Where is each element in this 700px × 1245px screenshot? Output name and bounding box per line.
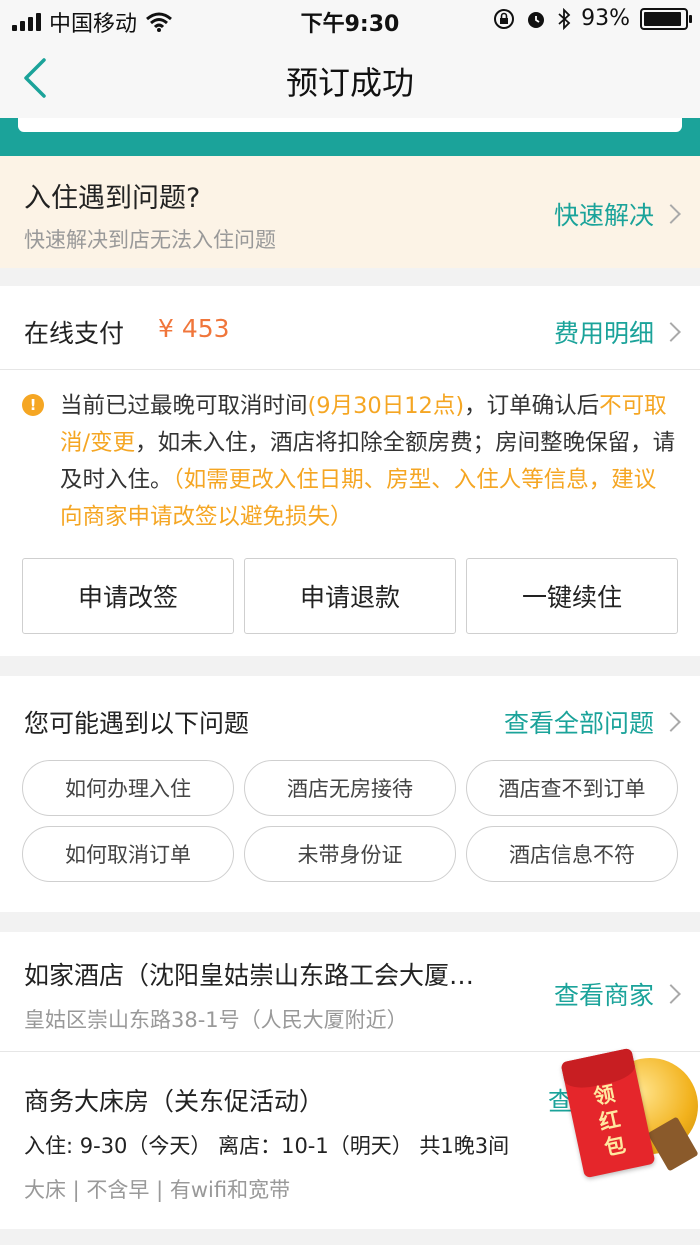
checkin-help-title: 入住遇到问题? <box>24 183 201 214</box>
issue-chip[interactable]: 未带身份证 <box>244 826 456 882</box>
issue-chip[interactable]: 酒店信息不符 <box>466 826 678 882</box>
status-right: 93% <box>493 6 692 31</box>
issues-grid: 如何办理入住 酒店无房接待 酒店查不到订单 如何取消订单 未带身份证 酒店信息不… <box>22 760 678 882</box>
issue-chip[interactable]: 酒店查不到订单 <box>466 760 678 816</box>
view-merchant-label: 查看商家 <box>553 981 654 1010</box>
view-all-issues-link[interactable]: 查看全部问题 <box>503 704 681 740</box>
policy-text-2: ，订单确认后 <box>464 393 600 419</box>
room-tags: 大床 | 不含早 | 有wifi和宽带 <box>24 1178 291 1202</box>
view-merchant-link[interactable]: 查看商家 <box>553 976 681 1012</box>
card-edge <box>18 118 682 132</box>
fee-detail-label: 费用明细 <box>553 319 654 348</box>
issue-chip[interactable]: 酒店无房接待 <box>244 760 456 816</box>
alarm-icon <box>528 11 545 28</box>
chevron-right-icon <box>661 322 681 342</box>
page-title: 预订成功 <box>285 64 414 102</box>
status-bar: 中国移动 下午9:30 93% <box>0 0 700 40</box>
order-actions: 申请改签 申请退款 一键续住 <box>22 558 678 634</box>
policy-text-1: 当前已过最晚可取消时间 <box>60 393 308 419</box>
battery-icon <box>640 7 692 30</box>
order-header-strip <box>0 118 700 156</box>
battery-percent: 93% <box>581 6 630 31</box>
issue-chip[interactable]: 如何办理入住 <box>22 760 234 816</box>
payment-row: 在线支付 ¥ 453 费用明细 <box>0 286 700 370</box>
bluetooth-icon <box>558 7 571 30</box>
policy-deadline: (9月30日12点) <box>307 393 465 419</box>
common-issues-card: 您可能遇到以下问题 查看全部问题 如何办理入住 酒店无房接待 酒店查不到订单 如… <box>0 676 700 912</box>
fee-detail-link[interactable]: 费用明细 <box>553 314 681 350</box>
apply-change-button[interactable]: 申请改签 <box>22 558 234 634</box>
hotel-card[interactable]: 如家酒店（沈阳皇姑崇山东路工会大厦… 皇姑区崇山东路38-1号（人民大厦附近） … <box>0 932 700 1052</box>
view-all-issues-label: 查看全部问题 <box>503 709 654 738</box>
warning-icon: ! <box>22 394 44 416</box>
payment-label: 在线支付 <box>24 319 125 348</box>
payment-amount: ¥ 453 <box>158 314 230 343</box>
checkin-help-banner[interactable]: 入住遇到问题? 快速解决到店无法入住问题 快速解决 <box>0 156 700 268</box>
chevron-right-icon <box>661 712 681 732</box>
chevron-right-icon <box>661 984 681 1004</box>
issues-title: 您可能遇到以下问题 <box>24 709 250 738</box>
cancellation-policy: 当前已过最晚可取消时间(9月30日12点)，订单确认后不可取消/变更，如未入住，… <box>60 388 678 536</box>
nav-bar: 预订成功 <box>0 40 700 118</box>
checkin-help-subtitle: 快速解决到店无法入住问题 <box>24 228 276 252</box>
extend-stay-button[interactable]: 一键续住 <box>466 558 678 634</box>
hotel-address: 皇姑区崇山东路38-1号（人民大厦附近） <box>24 1008 408 1032</box>
issue-chip[interactable]: 如何取消订单 <box>22 826 234 882</box>
quick-resolve-link[interactable]: 快速解决 <box>553 196 681 232</box>
stay-dates: 入住: 9-30（今天） 离店：10-1（明天） 共1晚3间 <box>24 1134 510 1158</box>
red-packet-button[interactable]: 领 红 包 <box>560 1047 700 1180</box>
battery-fill <box>644 11 682 26</box>
quick-resolve-label: 快速解决 <box>553 201 654 230</box>
room-name: 商务大床房（关东促活动） <box>24 1087 325 1116</box>
payment-card: 在线支付 ¥ 453 费用明细 ! 当前已过最晚可取消时间(9月30日12点)，… <box>0 286 700 656</box>
hotel-name: 如家酒店（沈阳皇姑崇山东路工会大厦… <box>24 961 475 990</box>
rotation-lock-icon <box>494 8 515 29</box>
apply-refund-button[interactable]: 申请退款 <box>244 558 456 634</box>
chevron-right-icon <box>661 204 681 224</box>
